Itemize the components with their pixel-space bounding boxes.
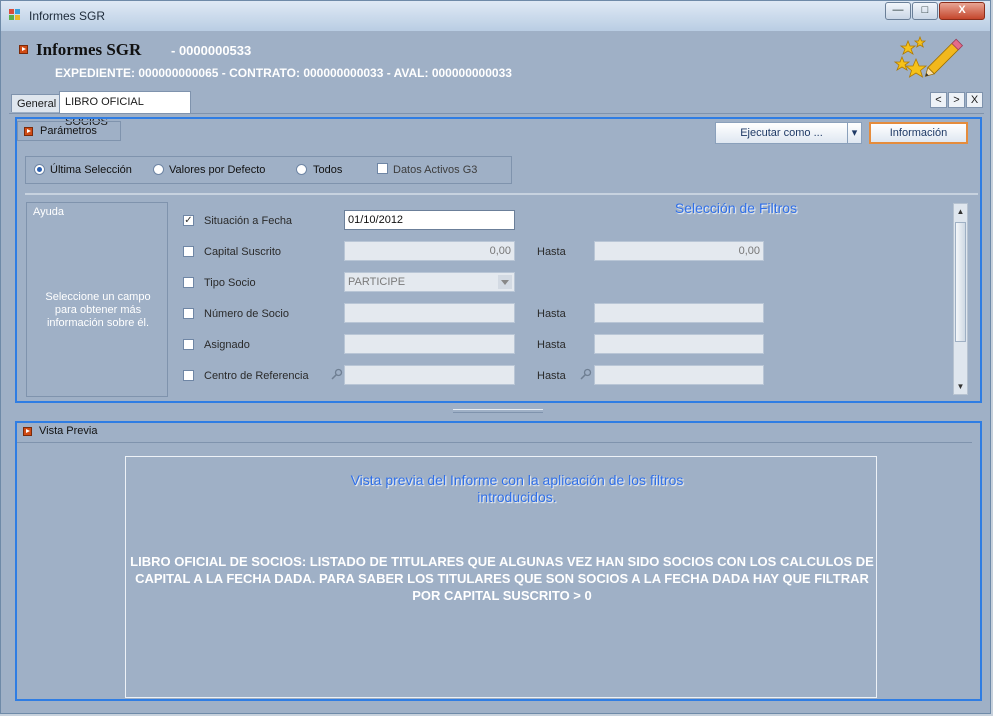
centro-referencia-from-input[interactable]	[344, 365, 515, 385]
chevron-down-icon[interactable]	[498, 275, 512, 289]
radio-valores-defecto[interactable]	[153, 164, 164, 175]
radio-todos-label[interactable]: Todos	[313, 164, 342, 176]
filter-checkbox-asignado[interactable]	[183, 339, 194, 350]
tab-close-button[interactable]: X	[966, 92, 983, 108]
filter-checkbox-centro-referencia[interactable]	[183, 370, 194, 381]
centro-referencia-to-input[interactable]	[594, 365, 764, 385]
tipo-socio-select[interactable]: PARTICIPE	[344, 272, 515, 292]
vista-previa-bullet-icon	[23, 427, 32, 436]
filter-checkbox-situacion-fecha[interactable]: ✓	[183, 215, 194, 226]
report-title: Informes SGR	[36, 40, 142, 59]
tab-general[interactable]: General	[11, 94, 63, 112]
panel-splitter[interactable]	[453, 409, 543, 413]
tipo-socio-value: PARTICIPE	[348, 276, 406, 288]
scroll-down-icon[interactable]: ▼	[954, 379, 967, 394]
header-bullet-icon	[19, 45, 28, 54]
parametros-header[interactable]: Parámetros	[17, 121, 121, 141]
close-button[interactable]: X	[939, 2, 985, 20]
app-icon	[9, 9, 21, 21]
parametros-bullet-icon	[24, 127, 33, 136]
help-title: Ayuda	[33, 206, 64, 218]
filter-label-situacion-fecha: Situación a Fecha	[204, 215, 293, 227]
filter-checkbox-capital-suscrito[interactable]	[183, 246, 194, 257]
asignado-to-input[interactable]	[594, 334, 764, 354]
radio-ultima-seleccion[interactable]	[34, 164, 45, 175]
title-bar[interactable]: Informes SGR — □ X	[1, 1, 990, 31]
capital-suscrito-from-input[interactable]: 0,00	[344, 241, 515, 261]
stars-pencil-icon	[893, 35, 964, 78]
minimize-button[interactable]: —	[885, 2, 911, 20]
vista-previa-title: Vista Previa	[39, 425, 98, 437]
magnifier-icon[interactable]	[331, 368, 343, 380]
help-text: Seleccione un campo para obtener más inf…	[45, 291, 151, 329]
app-window: Informes SGR — □ X Informes SGR - 000000…	[0, 0, 991, 714]
tab-next-button[interactable]: >	[948, 92, 965, 108]
numero-socio-hasta-label: Hasta	[537, 308, 566, 320]
maximize-button[interactable]: □	[912, 2, 938, 20]
informacion-button[interactable]: Información	[869, 122, 968, 144]
filter-label-asignado: Asignado	[204, 339, 250, 351]
numero-socio-from-input[interactable]	[344, 303, 515, 323]
report-preview-text: LIBRO OFICIAL DE SOCIOS: LISTADO DE TITU…	[130, 554, 874, 603]
annotation-filters: Selección de Filtros	[674, 200, 798, 216]
radio-ultima-seleccion-label[interactable]: Última Selección	[50, 164, 132, 176]
help-panel: Ayuda Seleccione un campo para obtener m…	[26, 202, 168, 397]
radio-todos[interactable]	[296, 164, 307, 175]
tab-strip: General LIBRO OFICIAL SOCIOS < > X	[9, 91, 984, 128]
annotation-preview: Vista previa del Informe con la aplicaci…	[350, 472, 684, 505]
capital-suscrito-hasta-label: Hasta	[537, 246, 566, 258]
radio-valores-defecto-label[interactable]: Valores por Defecto	[169, 164, 265, 176]
selection-radio-group: Última Selección Valores por Defecto Tod…	[25, 156, 512, 184]
datos-activos-label[interactable]: Datos Activos G3	[393, 164, 477, 176]
capital-suscrito-to-input[interactable]: 0,00	[594, 241, 764, 261]
scroll-up-icon[interactable]: ▲	[954, 204, 967, 219]
parametros-separator	[25, 193, 978, 195]
situacion-fecha-input[interactable]: 01/10/2012	[344, 210, 515, 230]
filter-checkbox-numero-socio[interactable]	[183, 308, 194, 319]
parametros-title: Parámetros	[40, 125, 97, 137]
filters-scrollbar[interactable]: ▲ ▼	[953, 203, 968, 395]
report-header: Informes SGR - 0000000533 EXPEDIENTE: 00…	[9, 31, 984, 89]
tab-libro-oficial-socios[interactable]: LIBRO OFICIAL SOCIOS	[59, 91, 191, 128]
ejecutar-dropdown-button[interactable]: ▾	[847, 122, 862, 144]
scroll-thumb[interactable]	[955, 222, 966, 342]
datos-activos-checkbox[interactable]	[377, 163, 388, 174]
report-subtitle: EXPEDIENTE: 000000000065 - CONTRATO: 000…	[55, 66, 512, 80]
ejecutar-como-button[interactable]: Ejecutar como ...	[715, 122, 848, 144]
centro-referencia-hasta-label: Hasta	[537, 370, 566, 382]
vista-previa-header[interactable]: Vista Previa	[17, 422, 972, 443]
filter-label-tipo-socio: Tipo Socio	[204, 277, 256, 289]
asignado-from-input[interactable]	[344, 334, 515, 354]
window-title: Informes SGR	[29, 9, 106, 23]
numero-socio-to-input[interactable]	[594, 303, 764, 323]
report-code: - 0000000533	[171, 43, 252, 58]
filter-checkbox-tipo-socio[interactable]	[183, 277, 194, 288]
tab-prev-button[interactable]: <	[930, 92, 947, 108]
filter-label-capital-suscrito: Capital Suscrito	[204, 246, 282, 258]
magnifier-icon[interactable]	[580, 368, 592, 380]
filter-label-centro-referencia: Centro de Referencia	[204, 370, 309, 382]
asignado-hasta-label: Hasta	[537, 339, 566, 351]
filter-label-numero-socio: Número de Socio	[204, 308, 289, 320]
